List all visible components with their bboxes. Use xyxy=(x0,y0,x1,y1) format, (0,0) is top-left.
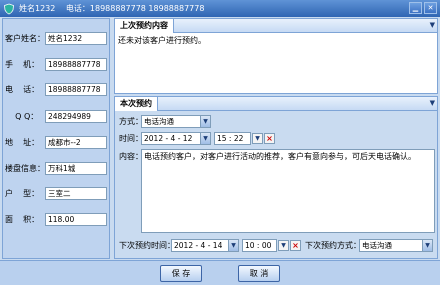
field-label: 户 型： xyxy=(5,188,40,198)
window-name: 姓名1232 xyxy=(19,4,56,13)
close-icon[interactable]: ✕ xyxy=(424,2,437,14)
property-field[interactable]: 万科1城 xyxy=(45,161,107,175)
minimize-icon[interactable]: ▁ xyxy=(409,2,422,14)
layout-field[interactable]: 三室二 xyxy=(45,186,107,200)
next-method-label: 下次预约方式： xyxy=(305,241,361,250)
field-area-row: 面 积： 118.00 xyxy=(5,212,107,226)
field-label: Q Q： xyxy=(5,111,39,121)
time-dropdown-icon[interactable]: ▼ xyxy=(252,133,263,144)
qq-field[interactable]: 248294989 xyxy=(45,109,107,123)
content-label: 内容： xyxy=(119,152,143,161)
field-label: 客户姓名： xyxy=(5,33,45,43)
content-textarea[interactable]: 电话预约客户，对客户进行活动的推荐，客户有意向参与，可后天电话确认。 xyxy=(141,149,435,233)
previous-appointment-section: 上次预约内容 ▼ 还未对该客户进行预约。 xyxy=(114,18,438,94)
field-name-row: 客户姓名： 姓名1232 xyxy=(5,31,107,45)
title-bar: 姓名1232 电话：18988887778 18988887778 ▁ ✕ xyxy=(0,0,440,17)
chevron-down-icon[interactable]: ▼ xyxy=(200,133,210,144)
phone-field[interactable]: 18988887778 xyxy=(45,82,107,96)
field-label: 楼盘信息： xyxy=(5,163,45,173)
method-select[interactable]: 电话沟通 ▼ xyxy=(141,115,211,128)
time-picker[interactable]: 15 : 22 xyxy=(214,132,251,145)
field-property-row: 楼盘信息： 万科1城 xyxy=(5,161,107,175)
button-bar: 保 存 取 消 xyxy=(0,260,440,285)
field-label: 电 话： xyxy=(5,84,40,94)
window-title: 姓名1232 电话：18988887778 18988887778 xyxy=(19,3,212,14)
date-picker[interactable]: 2012 - 4 - 12 ▼ xyxy=(141,132,211,145)
method-label: 方式： xyxy=(119,117,143,126)
next-method-value: 电话沟通 xyxy=(362,241,392,250)
customer-info-panel: 客户姓名： 姓名1232 手 机： 18988887778 电 话： 18988… xyxy=(2,18,110,259)
area-field[interactable]: 118.00 xyxy=(45,212,107,226)
app-shield-icon xyxy=(4,3,14,14)
next-time-picker[interactable]: 10 : 00 xyxy=(242,239,277,252)
field-label: 地 址： xyxy=(5,137,40,147)
previous-header-title[interactable]: 上次预约内容 xyxy=(115,19,174,33)
address-field[interactable]: 成都市--2 xyxy=(45,135,107,149)
field-label: 手 机： xyxy=(5,59,40,69)
mobile-field[interactable]: 18988887778 xyxy=(45,57,107,71)
customer-name-field[interactable]: 姓名1232 xyxy=(45,31,107,45)
current-appointment-section: 本次预约 ▼ 方式： 电话沟通 ▼ 时间： 2012 - 4 - 12 ▼ 15… xyxy=(114,96,438,259)
previous-header-bar: 上次预约内容 ▼ xyxy=(115,19,437,33)
field-mobile-row: 手 机： 18988887778 xyxy=(5,57,107,71)
method-select-value: 电话沟通 xyxy=(144,117,174,126)
previous-content: 还未对该客户进行预约。 xyxy=(118,36,206,45)
chevron-down-icon[interactable]: ▼ xyxy=(228,240,238,251)
save-button[interactable]: 保 存 xyxy=(160,265,202,282)
field-label: 面 积： xyxy=(5,214,40,224)
field-qq-row: Q Q： 248294989 xyxy=(5,109,107,123)
time-label: 时间： xyxy=(119,134,143,143)
next-date-value: 2012 - 4 - 14 xyxy=(174,241,223,250)
collapse-arrow-icon[interactable]: ▼ xyxy=(430,97,435,110)
next-date-picker[interactable]: 2012 - 4 - 14 ▼ xyxy=(171,239,239,252)
next-time-label: 下次预约时间： xyxy=(119,241,175,250)
current-body: 方式： 电话沟通 ▼ 时间： 2012 - 4 - 12 ▼ 15 : 22 ▼… xyxy=(115,112,437,258)
field-layout-row: 户 型： 三室二 xyxy=(5,186,107,200)
cancel-button[interactable]: 取 消 xyxy=(238,265,280,282)
field-phone-row: 电 话： 18988887778 xyxy=(5,82,107,96)
field-address-row: 地 址： 成都市--2 xyxy=(5,135,107,149)
next-time-value: 10 : 00 xyxy=(245,241,272,250)
clear-time-icon[interactable]: × xyxy=(264,133,275,144)
chevron-down-icon[interactable]: ▼ xyxy=(200,116,210,127)
clear-next-time-icon[interactable]: × xyxy=(290,240,301,251)
current-header-bar: 本次预约 ▼ xyxy=(115,97,437,111)
next-time-dropdown-icon[interactable]: ▼ xyxy=(278,240,289,251)
next-method-select[interactable]: 电话沟通 ▼ xyxy=(359,239,433,252)
time-picker-value: 15 : 22 xyxy=(217,134,244,143)
chevron-down-icon[interactable]: ▼ xyxy=(422,240,432,251)
current-header-title[interactable]: 本次预约 xyxy=(115,97,158,111)
date-picker-value: 2012 - 4 - 12 xyxy=(144,134,193,143)
collapse-arrow-icon[interactable]: ▼ xyxy=(430,19,435,32)
window-phones: 电话：18988887778 18988887778 xyxy=(65,4,205,13)
